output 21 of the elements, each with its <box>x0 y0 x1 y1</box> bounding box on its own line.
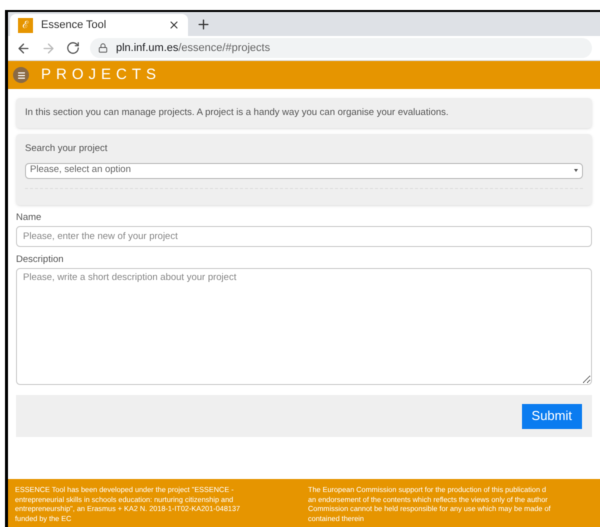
select-field[interactable]: Please, select an option <box>25 162 583 178</box>
new-tab-icon[interactable] <box>196 17 211 32</box>
url-text: pln.inf.um.es/essence/#projects <box>116 40 270 56</box>
description-label: Description <box>16 252 65 267</box>
close-icon[interactable] <box>168 19 180 31</box>
page-title: PROJECTS <box>41 64 162 85</box>
intro-text: In this section you can manage projects. A project is a handy way you can organise your evaluations. <box>25 106 450 120</box>
description-field[interactable]: Please, write a short description about your project <box>16 268 592 385</box>
address-bar[interactable]: pln.inf.um.es/essence/#projects <box>90 38 592 58</box>
back-icon[interactable] <box>16 40 31 56</box>
name-label: Name <box>16 210 42 224</box>
tab-logo: ℰ <box>18 18 33 32</box>
lock-icon <box>98 43 108 53</box>
search-label: Search your project <box>25 142 108 156</box>
name-field[interactable]: Please, enter the new of your project <box>16 226 592 247</box>
tab-title: Essence Tool <box>41 18 108 33</box>
browser-tab[interactable]: ℰ Essence Tool <box>10 14 188 36</box>
reload-icon[interactable] <box>66 41 80 55</box>
caret-icon <box>574 169 578 172</box>
submit-button[interactable]: Submit <box>522 404 582 428</box>
menu-icon[interactable] <box>13 67 29 83</box>
